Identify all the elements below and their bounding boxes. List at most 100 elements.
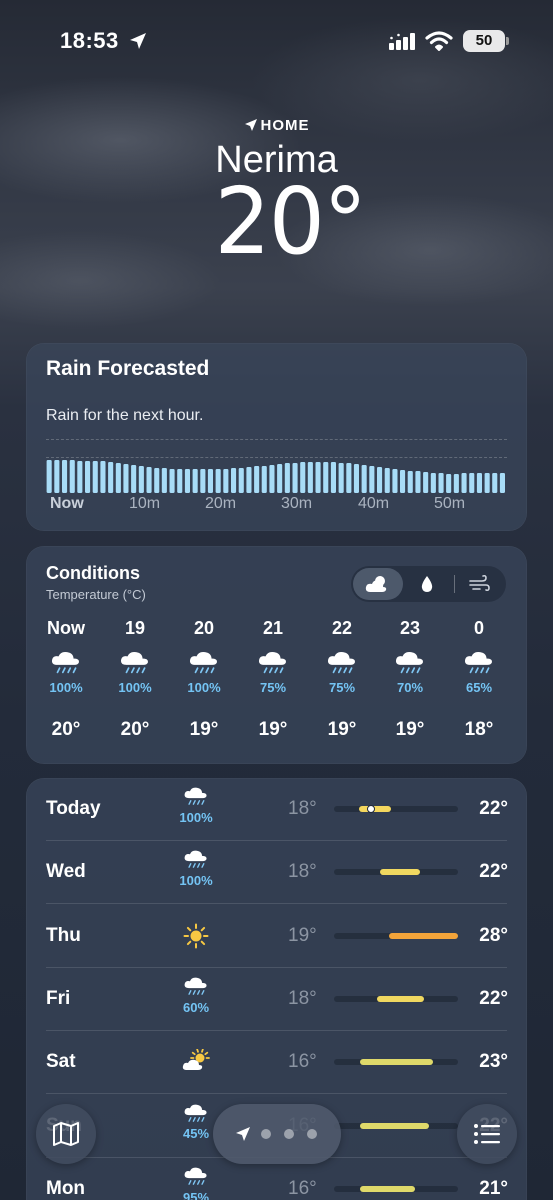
hour-label: 20 <box>193 618 215 638</box>
rain-card-title: Rain Forecasted <box>46 357 210 380</box>
rain-bar <box>415 471 421 493</box>
rain-bar <box>169 469 175 493</box>
hour-column[interactable]: 23 70% 19° <box>380 618 440 741</box>
day-high: 21° <box>479 1177 508 1199</box>
sun-icon <box>183 923 209 949</box>
home-label: HOME <box>0 115 553 135</box>
temp-range-bar <box>359 806 391 812</box>
cloud-rain-icon <box>327 651 355 674</box>
day-row[interactable]: Wed 100% 18° 22° <box>26 841 527 905</box>
hour-label: 21 <box>262 618 284 638</box>
current-temperature: 20° <box>214 168 368 275</box>
day-precip: 60% <box>182 999 210 1015</box>
wind-icon[interactable] <box>468 574 490 599</box>
page-indicator[interactable] <box>213 1104 341 1164</box>
rain-bar <box>108 462 114 493</box>
day-name: Wed <box>46 861 86 883</box>
day-name: Today <box>46 798 101 819</box>
hour-column[interactable]: Now 100% 20° <box>36 618 96 741</box>
page-dot[interactable] <box>284 1129 294 1139</box>
rain-bar <box>469 473 475 493</box>
conditions-toggle[interactable] <box>351 566 506 602</box>
day-row[interactable]: Mon 95% 16° 21° <box>26 1158 527 1200</box>
rain-bar <box>115 463 121 493</box>
rain-bar <box>131 465 137 493</box>
conditions-card[interactable]: Conditions Temperature (°C) Now 100% 20°… <box>26 546 527 764</box>
day-row[interactable]: Thu 19° 28° <box>26 905 527 968</box>
day-row[interactable]: Fri 60% 18° 22° <box>26 968 527 1031</box>
hour-icon <box>174 650 234 680</box>
rain-bar <box>238 468 244 493</box>
rain-bar <box>492 473 498 493</box>
day-name: Fri <box>46 987 71 1009</box>
day-low: 16° <box>288 1051 317 1073</box>
toggle-divider <box>454 575 455 593</box>
rain-bar <box>330 462 336 493</box>
hour-column[interactable]: 21 75% 19° <box>243 618 303 741</box>
temp-range-track <box>334 869 458 876</box>
cellular-signal-icon <box>389 32 419 55</box>
status-bar: 18:53 50 <box>0 28 553 58</box>
cloud-rain-icon <box>184 850 207 869</box>
temp-range-bar <box>360 1185 415 1192</box>
rain-time-label: 50m <box>434 495 466 512</box>
rain-time-label: 40m <box>358 495 390 512</box>
day-row[interactable]: Today 100% 18° 22° <box>26 778 527 841</box>
temp-range-track <box>334 1185 458 1192</box>
day-low: 19° <box>288 924 317 946</box>
rain-bar <box>154 468 160 493</box>
temp-range-bar <box>360 1059 433 1066</box>
day-high: 22° <box>479 798 508 819</box>
locations-list-button[interactable] <box>457 1104 517 1164</box>
day-low: 18° <box>288 798 317 819</box>
rain-bar <box>484 473 490 493</box>
location-arrow-icon <box>244 119 257 131</box>
page-dot[interactable] <box>307 1129 317 1139</box>
list-icon <box>474 1124 500 1144</box>
day-weather: 100% <box>174 849 218 888</box>
day-high: 22° <box>479 861 508 883</box>
rain-bar <box>446 474 452 493</box>
raindrop-icon[interactable] <box>420 574 434 599</box>
day-high: 23° <box>479 1051 508 1073</box>
rain-bar <box>69 460 75 493</box>
map-icon <box>53 1122 79 1146</box>
hour-column[interactable]: 20 100% 19° <box>174 618 234 741</box>
rain-bar <box>54 460 60 493</box>
cloud-rain-icon <box>189 651 217 674</box>
cloud-rain-icon <box>464 651 492 674</box>
home-label-text: HOME <box>260 116 310 134</box>
map-button[interactable] <box>36 1104 96 1164</box>
hour-temp: 19° <box>189 719 219 740</box>
battery-icon: 50 <box>463 30 505 52</box>
rain-time-label: Now <box>50 495 84 512</box>
location-arrow-icon <box>236 1127 250 1141</box>
day-row[interactable]: Sat 16° 23° <box>26 1031 527 1095</box>
rain-intensity-chart <box>46 460 505 493</box>
day-high: 28° <box>479 924 508 946</box>
rain-bar <box>207 469 213 493</box>
cloud-sun-icon[interactable] <box>364 574 390 599</box>
rain-bar <box>453 474 459 493</box>
hour-column[interactable]: 19 100% 20° <box>105 618 165 741</box>
rain-bar <box>377 467 383 493</box>
rain-time-axis: Now 10m 20m 30m 40m 50m <box>46 495 507 517</box>
rain-forecast-card[interactable]: Rain Forecasted Rain for the next hour. … <box>26 343 527 531</box>
temp-range-track <box>334 932 458 939</box>
rain-bar <box>77 461 83 493</box>
hour-label: Now <box>47 618 85 638</box>
temp-range-track <box>334 1122 458 1129</box>
page-dot[interactable] <box>261 1129 271 1139</box>
hour-column[interactable]: 22 75% 19° <box>312 618 372 741</box>
rain-card-subtitle: Rain for the next hour. <box>46 407 204 424</box>
rain-bar <box>346 463 352 493</box>
hour-temp: 18° <box>464 719 494 740</box>
conditions-subtitle: Temperature (°C) <box>46 587 146 602</box>
hour-temp: 19° <box>327 719 357 740</box>
day-name: Sat <box>46 1051 76 1073</box>
day-weather: 100% <box>174 786 218 825</box>
hour-column[interactable]: 0 65% 18° <box>449 618 509 741</box>
cloud-rain-icon <box>184 1104 207 1122</box>
rain-bar <box>315 462 321 493</box>
day-weather <box>174 1048 218 1078</box>
